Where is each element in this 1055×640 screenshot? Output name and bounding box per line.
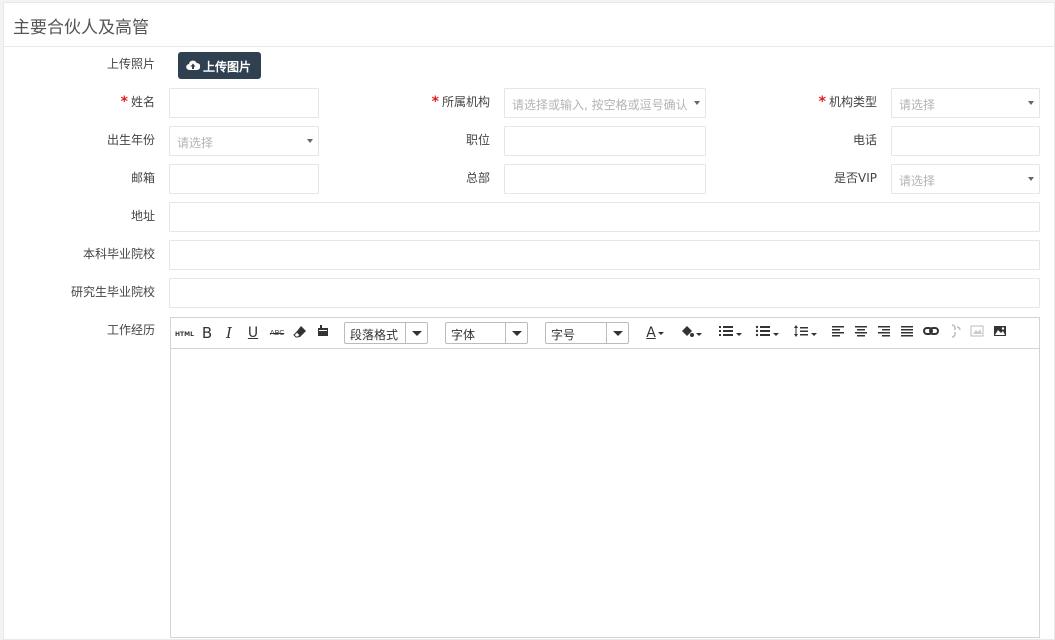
html-source-button[interactable]: HTML	[175, 326, 194, 344]
hq-input[interactable]	[504, 164, 706, 194]
hq-label: 总部	[465, 171, 490, 185]
panel-title: 主要合伙人及高管	[13, 18, 149, 38]
font-size-value: 字号	[551, 328, 576, 342]
required-marker: *	[818, 94, 826, 110]
vip-select[interactable]: 请选择	[891, 164, 1040, 194]
experience-editor: HTML B I U ABC 段落格式 字体 字号 A	[170, 317, 1040, 638]
ordered-list-icon[interactable]	[716, 324, 744, 342]
panel-header: 主要合伙人及高管	[4, 3, 1054, 47]
cloud-upload-icon	[186, 59, 201, 74]
required-marker: *	[120, 94, 128, 110]
upload-photo-label: 上传图片	[203, 60, 252, 74]
org-type-select[interactable]: 请选择	[891, 88, 1040, 118]
position-input[interactable]	[504, 126, 706, 156]
bold-button[interactable]: B	[200, 324, 214, 342]
name-label: * 姓名	[120, 94, 155, 110]
birth-year-placeholder: 请选择	[177, 136, 214, 150]
chevron-down-icon	[405, 323, 427, 343]
chevron-down-icon	[1028, 101, 1034, 105]
font-size-select[interactable]: 字号	[545, 322, 629, 344]
required-marker: *	[431, 94, 439, 110]
position-label: 职位	[465, 133, 490, 147]
unlink-icon[interactable]	[947, 324, 963, 342]
undergrad-label: 本科毕业院校	[82, 247, 155, 261]
org-label: * 所属机构	[431, 94, 490, 110]
org-type-placeholder: 请选择	[899, 98, 936, 112]
align-right-icon[interactable]	[876, 324, 892, 342]
chevron-down-icon	[307, 139, 313, 143]
anchor-image-icon[interactable]	[969, 324, 985, 342]
italic-button[interactable]: I	[223, 324, 235, 342]
highlight-color-icon[interactable]	[678, 324, 704, 342]
editor-toolbar: HTML B I U ABC 段落格式 字体 字号 A	[171, 318, 1039, 349]
paragraph-format-select[interactable]: 段落格式	[344, 322, 428, 344]
chevron-down-icon	[694, 101, 700, 105]
editor-content-area[interactable]	[171, 350, 1039, 637]
format-painter-icon[interactable]	[315, 324, 331, 342]
chevron-down-icon	[505, 323, 527, 343]
phone-input[interactable]	[891, 126, 1040, 156]
grad-input[interactable]	[169, 278, 1040, 308]
undergrad-input[interactable]	[169, 240, 1040, 270]
unordered-list-icon[interactable]	[753, 324, 781, 342]
align-center-icon[interactable]	[853, 324, 869, 342]
address-input[interactable]	[169, 202, 1040, 232]
align-justify-icon[interactable]	[899, 324, 915, 342]
name-input[interactable]	[169, 88, 319, 118]
line-height-icon[interactable]	[791, 324, 819, 342]
underline-button[interactable]: U	[246, 324, 260, 342]
address-label: 地址	[130, 209, 155, 223]
paragraph-format-value: 段落格式	[350, 328, 399, 342]
chevron-down-icon	[1028, 177, 1034, 181]
grad-label: 研究生毕业院校	[70, 285, 155, 299]
phone-label: 电话	[852, 133, 877, 147]
birth-year-select[interactable]: 请选择	[169, 126, 319, 156]
strikethrough-button[interactable]: ABC	[268, 324, 286, 342]
email-label: 邮箱	[130, 171, 155, 185]
insert-image-icon[interactable]	[992, 324, 1008, 342]
org-placeholder: 请选择或输入, 按空格或逗号确认	[512, 98, 688, 112]
experience-label: 工作经历	[106, 323, 155, 337]
eraser-icon[interactable]	[292, 324, 308, 342]
vip-placeholder: 请选择	[899, 174, 936, 188]
upload-photo-button[interactable]: 上传图片	[178, 52, 261, 79]
link-icon[interactable]	[922, 324, 940, 342]
vip-label: 是否VIP	[834, 171, 877, 185]
birth-year-label: 出生年份	[106, 133, 155, 147]
align-left-icon[interactable]	[830, 324, 846, 342]
font-family-select[interactable]: 字体	[445, 322, 528, 344]
org-select[interactable]: 请选择或输入, 按空格或逗号确认	[504, 88, 706, 118]
org-type-label: * 机构类型	[818, 94, 877, 110]
photo-label: 上传照片	[106, 57, 155, 71]
chevron-down-icon	[606, 323, 628, 343]
font-color-button[interactable]: A	[643, 324, 667, 342]
font-family-value: 字体	[451, 328, 476, 342]
email-input[interactable]	[169, 164, 319, 194]
